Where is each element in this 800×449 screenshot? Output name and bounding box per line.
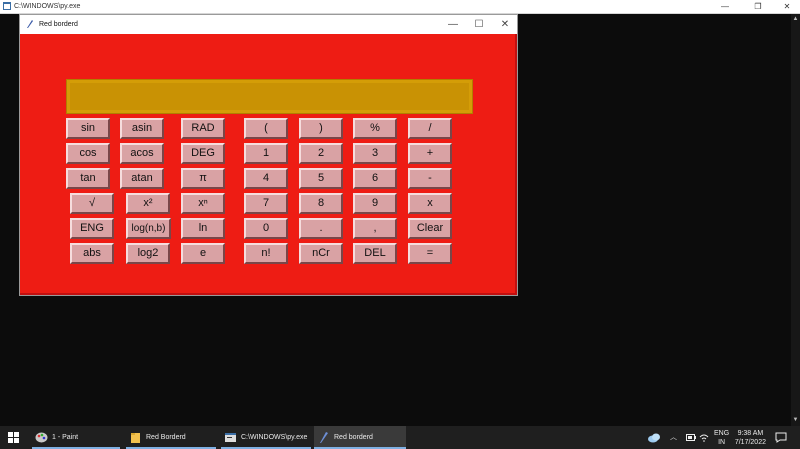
close-button[interactable]: ✕: [492, 15, 518, 34]
taskbar-item-label: Red borderd: [334, 434, 373, 441]
divide-button[interactable]: /: [408, 118, 452, 139]
console-title: C:\WINDOWS\py.exe: [14, 3, 81, 10]
taskbar-item-calculator[interactable]: Red borderd: [314, 426, 406, 449]
digit-6-button[interactable]: 6: [353, 168, 397, 189]
tan-button[interactable]: tan: [66, 168, 110, 189]
console-close-button[interactable]: ✕: [772, 0, 800, 13]
wifi-icon[interactable]: [699, 433, 709, 442]
clock-date: 7/17/2022: [734, 439, 766, 446]
pi-button[interactable]: π: [181, 168, 225, 189]
calculator-window: Red borderd — ☐ ✕ sin asin RAD ( ) % / c…: [19, 14, 518, 296]
taskbar: 1 - Paint Red Borderd C:\WINDOWS\py.exe …: [0, 426, 800, 449]
taskbar-item-label: Red Borderd: [146, 434, 186, 441]
acos-button[interactable]: acos: [120, 143, 164, 164]
digit-9-button[interactable]: 9: [353, 193, 397, 214]
plus-button[interactable]: +: [408, 143, 452, 164]
clear-button[interactable]: Clear: [408, 218, 452, 239]
right-paren-button[interactable]: ): [299, 118, 343, 139]
digit-0-button[interactable]: 0: [244, 218, 288, 239]
taskbar-item-label: C:\WINDOWS\py.exe: [241, 434, 308, 441]
left-paren-button[interactable]: (: [244, 118, 288, 139]
notifications-icon[interactable]: [775, 432, 787, 443]
console-maximize-button[interactable]: ❐: [743, 0, 773, 13]
rad-button[interactable]: RAD: [181, 118, 225, 139]
digit-7-button[interactable]: 7: [244, 193, 288, 214]
scroll-down-icon[interactable]: ▼: [791, 416, 800, 425]
digit-1-button[interactable]: 1: [244, 143, 288, 164]
scroll-up-icon[interactable]: ▲: [791, 15, 800, 24]
ln-button[interactable]: ln: [181, 218, 225, 239]
language-code: ENG: [714, 430, 730, 437]
power-button[interactable]: xⁿ: [181, 193, 225, 214]
paint-icon: [35, 432, 48, 443]
multiply-button[interactable]: x: [408, 193, 452, 214]
language-indicator[interactable]: ENG IN: [714, 429, 729, 447]
abs-button[interactable]: abs: [70, 243, 114, 264]
e-constant-button[interactable]: e: [181, 243, 225, 264]
console-scrollbar[interactable]: ▲ ▼: [791, 14, 800, 426]
clock[interactable]: 9:38 AM 7/17/2022: [735, 429, 766, 447]
cos-button[interactable]: cos: [66, 143, 110, 164]
digit-4-button[interactable]: 4: [244, 168, 288, 189]
feather-icon: [320, 432, 328, 443]
deg-button[interactable]: DEG: [181, 143, 225, 164]
chevron-up-icon[interactable]: ︿: [670, 426, 677, 449]
calculator-titlebar[interactable]: Red borderd — ☐ ✕: [20, 15, 517, 34]
window-title: Red borderd: [39, 21, 78, 28]
sqrt-button[interactable]: √: [70, 193, 114, 214]
clock-time: 9:38 AM: [737, 430, 764, 437]
atan-button[interactable]: atan: [120, 168, 164, 189]
taskbar-item-folder[interactable]: Red Borderd: [126, 426, 216, 449]
minus-button[interactable]: -: [408, 168, 452, 189]
percent-button[interactable]: %: [353, 118, 397, 139]
maximize-button[interactable]: ☐: [466, 15, 492, 34]
python-console-icon: [225, 433, 236, 442]
calculator-body: sin asin RAD ( ) % / cos acos DEG 1 2 3 …: [20, 34, 517, 295]
comma-button[interactable]: ,: [353, 218, 397, 239]
log2-button[interactable]: log2: [126, 243, 170, 264]
digit-8-button[interactable]: 8: [299, 193, 343, 214]
console-app-icon: [3, 2, 11, 10]
square-button[interactable]: x²: [126, 193, 170, 214]
console-minimize-button[interactable]: —: [710, 0, 740, 13]
equals-button[interactable]: =: [408, 243, 452, 264]
feather-icon: [27, 20, 33, 28]
folder-icon: [131, 433, 140, 443]
windows-start-icon[interactable]: [8, 432, 19, 443]
taskbar-item-label: 1 - Paint: [52, 434, 79, 441]
delete-button[interactable]: DEL: [353, 243, 397, 264]
digit-2-button[interactable]: 2: [299, 143, 343, 164]
decimal-point-button[interactable]: .: [299, 218, 343, 239]
digit-5-button[interactable]: 5: [299, 168, 343, 189]
weather-cloud-icon[interactable]: [647, 432, 661, 443]
sin-button[interactable]: sin: [66, 118, 110, 139]
asin-button[interactable]: asin: [120, 118, 164, 139]
digit-3-button[interactable]: 3: [353, 143, 397, 164]
battery-icon[interactable]: [686, 434, 696, 441]
console-titlebar: C:\WINDOWS\py.exe — ❐ ✕: [0, 0, 800, 14]
taskbar-item-console[interactable]: C:\WINDOWS\py.exe: [221, 426, 311, 449]
log-base-button[interactable]: log(n,b): [126, 218, 171, 239]
ncr-button[interactable]: nCr: [299, 243, 343, 264]
result-display[interactable]: [66, 79, 473, 114]
minimize-button[interactable]: —: [440, 15, 466, 34]
factorial-button[interactable]: n!: [244, 243, 288, 264]
taskbar-item-paint[interactable]: 1 - Paint: [32, 426, 120, 449]
region-code: IN: [718, 439, 726, 446]
eng-button[interactable]: ENG: [70, 218, 114, 239]
